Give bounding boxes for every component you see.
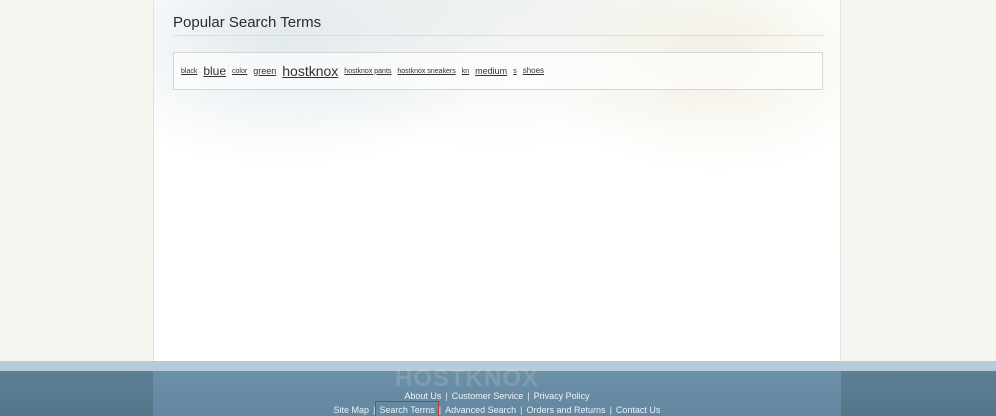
search-term-link[interactable]: black <box>181 68 197 75</box>
footer-separator: | <box>438 405 442 415</box>
page-title: Popular Search Terms <box>173 14 823 36</box>
search-term-link[interactable]: color <box>232 68 247 75</box>
search-term-link[interactable]: medium <box>475 66 507 76</box>
search-term-link[interactable]: green <box>253 66 276 76</box>
footer-link-customer-service[interactable]: Customer Service <box>452 391 524 401</box>
search-term-link[interactable]: blue <box>203 65 226 77</box>
footer-links-row-2: Site Map | Search Terms | Advanced Search | Or… <box>153 401 841 416</box>
search-terms-cloud: black blue color green hostknox hostknox pant… <box>173 52 823 90</box>
footer-separator: | <box>527 391 530 401</box>
footer-separator: | <box>609 405 612 415</box>
footer-link-privacy-policy[interactable]: Privacy Policy <box>534 391 590 401</box>
footer-link-about-us[interactable]: About Us <box>404 391 441 401</box>
footer-link-site-map[interactable]: Site Map <box>334 405 370 415</box>
footer-links-row-1: About Us | Customer Service | Privacy Policy <box>153 391 841 401</box>
footer-separator: | <box>520 405 523 415</box>
footer-link-orders-and-returns[interactable]: Orders and Returns <box>527 405 606 415</box>
footer-link-search-terms[interactable]: Search Terms <box>375 401 439 416</box>
main-content: Popular Search Terms black blue color green… <box>153 0 841 361</box>
search-term-link[interactable]: kn <box>462 68 469 75</box>
footer-link-advanced-search[interactable]: Advanced Search <box>445 405 516 415</box>
search-term-link[interactable]: hostknox pants <box>344 68 391 75</box>
search-term-link[interactable]: shoes <box>523 67 544 75</box>
footer: HOSTKNOX About Us | Customer Service | Priva… <box>0 361 996 416</box>
search-term-link[interactable]: hostknox sneakers <box>397 68 455 75</box>
footer-logo-watermark: HOSTKNOX <box>395 365 540 392</box>
footer-inner: HOSTKNOX About Us | Customer Service | Priva… <box>153 365 841 416</box>
footer-separator: | <box>445 391 448 401</box>
footer-link-contact-us[interactable]: Contact Us <box>616 405 661 415</box>
search-term-link[interactable]: s <box>513 68 517 75</box>
search-term-link[interactable]: hostknox <box>282 64 338 78</box>
footer-separator: | <box>373 405 376 415</box>
